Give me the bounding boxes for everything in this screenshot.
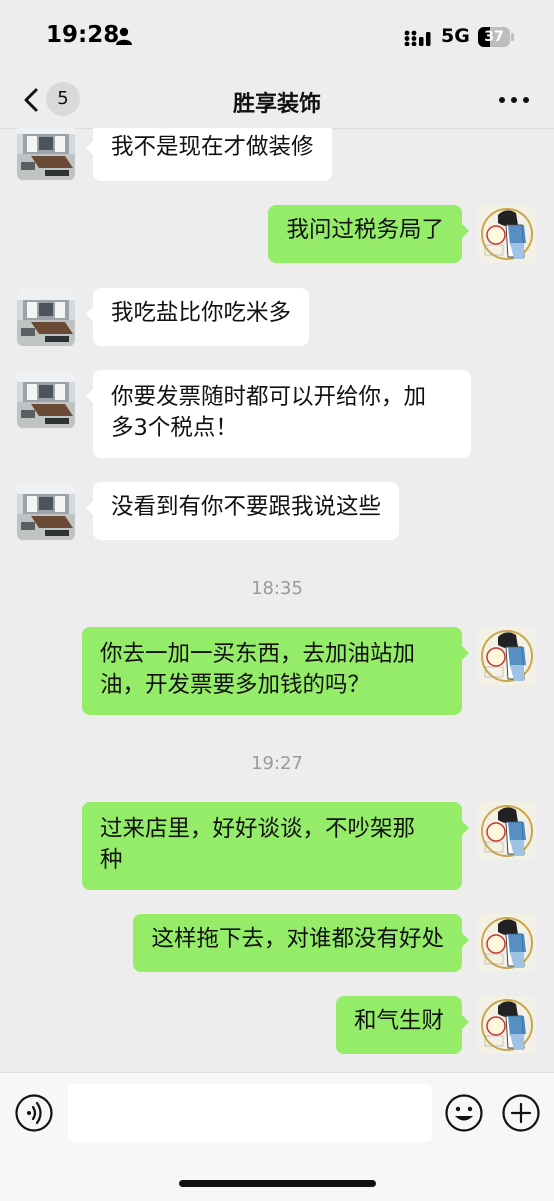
home-indicator[interactable] xyxy=(179,1180,376,1187)
status-time: 19:28 xyxy=(46,22,120,48)
self-avatar[interactable] xyxy=(478,627,536,685)
message-line: 油，开发票要多加钱的吗？ xyxy=(100,672,371,698)
self-avatar[interactable] xyxy=(478,205,536,263)
message-bubble[interactable]: 我不是现在才做装修 xyxy=(86,128,332,181)
person-icon xyxy=(116,27,132,45)
message-line: 你去一加一买东西，去加油站加 xyxy=(100,641,416,667)
message-bubble[interactable]: 过来店里，好好谈谈，不吵架那 种 xyxy=(82,802,469,890)
contact-avatar[interactable] xyxy=(17,288,75,346)
voice-icon[interactable] xyxy=(14,1093,54,1133)
self-avatar[interactable] xyxy=(478,802,536,860)
chat-header: 5 胜享装饰 xyxy=(0,72,554,129)
message-line: 种 xyxy=(100,847,123,873)
message-input[interactable] xyxy=(68,1084,432,1142)
message-bubble[interactable]: 这样拖下去，对谁都没有好处 xyxy=(133,914,469,972)
more-icon[interactable] xyxy=(498,96,530,104)
message-list[interactable]: 我不是现在才做装修 我问过税务局了 我吃盐比你吃米多 你要发票随时都可以开给你，… xyxy=(0,128,554,1072)
message-bubble[interactable]: 我问过税务局了 xyxy=(268,205,469,263)
message-bubble[interactable]: 没看到有你不要跟我说这些 xyxy=(85,482,400,540)
message-bubble[interactable]: 和气生财 xyxy=(335,996,470,1054)
signal-icon xyxy=(404,30,431,46)
contact-avatar[interactable] xyxy=(17,370,75,428)
battery-percent: 37 xyxy=(484,29,504,45)
contact-avatar[interactable] xyxy=(17,128,75,180)
chat-title: 胜享装饰 xyxy=(232,92,321,117)
self-avatar[interactable] xyxy=(478,914,536,972)
message-bubble[interactable]: 我吃盐比你吃米多 xyxy=(85,288,310,346)
message-line: 你要发票随时都可以开给你，加 xyxy=(111,384,427,410)
plus-icon[interactable] xyxy=(501,1093,541,1133)
message-line: 过来店里，好好谈谈，不吵架那 xyxy=(100,816,416,842)
network-label: 5G xyxy=(441,25,470,47)
timestamp: 18:35 xyxy=(251,578,303,599)
self-avatar[interactable] xyxy=(478,996,536,1054)
contact-avatar[interactable] xyxy=(17,482,75,540)
message-bubble[interactable]: 你去一加一买东西，去加油站加 油，开发票要多加钱的吗？ xyxy=(82,627,469,715)
timestamp: 19:27 xyxy=(251,753,303,774)
status-bar: 19:28 5G 37 xyxy=(0,0,554,72)
battery-icon: 37 xyxy=(478,27,514,47)
message-line: 多3个税点！ xyxy=(111,415,238,441)
emoji-icon[interactable] xyxy=(444,1093,484,1133)
message-bubble[interactable]: 你要发票随时都可以开给你，加 多3个税点！ xyxy=(86,370,471,458)
